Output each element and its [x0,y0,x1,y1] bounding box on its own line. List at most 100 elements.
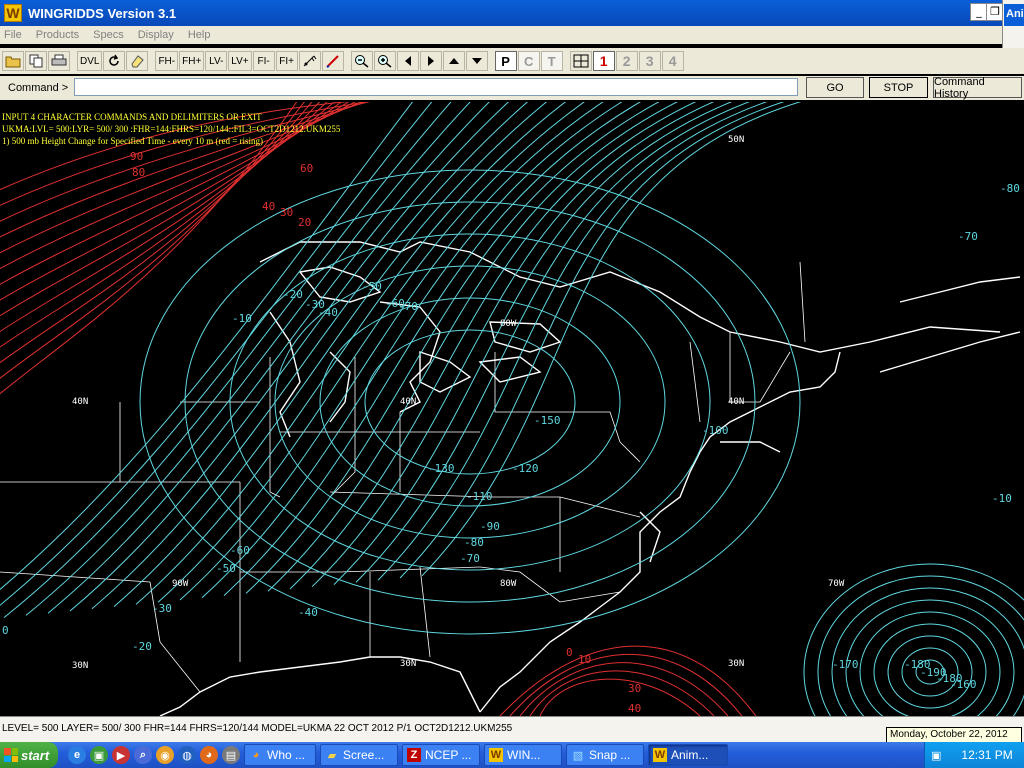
offshore-low-ring [831,587,1024,716]
menu-help[interactable]: Help [188,29,211,41]
plot-toggle-p[interactable]: P [494,51,517,71]
grid-label: 80W [500,579,517,589]
quicklaunch-ie-icon[interactable]: e [68,746,86,764]
pan-left-icon[interactable] [396,51,419,71]
windows-logo-icon [4,748,18,762]
contour-line [245,102,660,594]
grid-icon[interactable] [569,51,592,71]
task-button-folder[interactable]: ▰ Scree... [320,744,398,766]
background-window-title[interactable]: Ani [1004,4,1024,26]
filezilla-icon: Z [407,748,421,762]
quicklaunch-chrome-icon[interactable]: ◉ [156,746,174,764]
weather-map[interactable]: 90 80 60 40 30 20 -10 -20 -30 -40 -50 -60 -70 -150 -13… [0,102,1024,716]
toolbar: DVL FH- FH+ LV- LV+ FI- FI+ P C T 1 2 3 … [0,48,1024,74]
grid-label: 80W [500,319,517,329]
contour-label: -170 [832,658,859,671]
clock[interactable]: 12:31 PM [961,748,1012,762]
task-button-firefox[interactable]: ◕ Who ... [244,744,316,766]
contour-label: 40 [628,702,641,715]
task-button-snap[interactable]: ▧ Snap ... [566,744,644,766]
snap-icon: ▧ [572,749,584,762]
eraser-icon[interactable] [126,51,149,71]
pan-down-icon[interactable] [465,51,488,71]
copy-icon[interactable] [25,51,47,71]
contour-label: -90 [480,520,500,533]
print-icon[interactable] [48,51,70,71]
contour-label: 30 [280,206,293,219]
contour-label: -150 [534,414,561,427]
contour-label: -80 [464,536,484,549]
forecast-hour-forward-button[interactable]: FH+ [179,51,205,71]
plot-toggle-c[interactable]: C [517,51,540,71]
quicklaunch-magnifier-icon[interactable]: ⌕ [134,746,152,764]
start-button[interactable]: start [0,742,58,768]
grid-label: 40N [72,397,88,407]
menu-specs[interactable]: Specs [93,29,124,41]
panel-3-button[interactable]: 3 [638,51,661,71]
quicklaunch-media-icon[interactable]: ▶ [112,746,130,764]
menu-file[interactable]: File [4,29,22,41]
pan-right-icon[interactable] [419,51,442,71]
go-button[interactable]: GO [806,77,864,98]
task-button-filezilla[interactable]: Z NCEP ... [402,744,480,766]
forecast-hour-back-button[interactable]: FH- [155,51,179,71]
map-canvas[interactable]: 90 80 60 40 30 20 -10 -20 -30 -40 -50 -60 -70 -150 -13… [0,102,1024,716]
contour-line [311,102,715,588]
file-forward-button[interactable]: FI+ [275,51,298,71]
date-tooltip: Monday, October 22, 2012 [886,727,1022,743]
pan-up-icon[interactable] [442,51,465,71]
contour-labels: 90 80 60 40 30 20 -10 -20 -30 -40 -50 -60 -70 -150 -13… [2,150,1020,715]
quicklaunch-app-icon[interactable]: ▤ [222,746,240,764]
contour-label: 0 [2,624,9,637]
wingridds-icon: W [653,748,667,762]
contour-line [91,102,529,610]
command-input[interactable] [74,78,798,96]
zoom-in-icon[interactable] [373,51,396,71]
dvl-button[interactable]: DVL [77,51,103,71]
tray-network-icon[interactable]: ▣ [931,749,941,762]
wind-barb-icon[interactable] [298,51,321,71]
contour-label: -70 [958,230,978,243]
plot-toggle-t[interactable]: T [540,51,563,71]
task-button-anim[interactable]: W Anim... [648,744,728,766]
contour-line [25,102,471,616]
grid-label: 30N [72,661,88,671]
wingridds-icon: W [489,748,503,762]
grid-label: 50N [728,135,744,145]
level-down-button[interactable]: LV- [205,51,228,71]
contour-line [421,102,802,577]
menu-products[interactable]: Products [36,29,79,41]
contour-label: 40 [262,200,275,213]
panel-4-button[interactable]: 4 [661,51,684,71]
rising-height-contours [0,102,757,716]
contour-label: 80 [132,166,145,179]
quicklaunch-firefox-icon[interactable]: ◕ [200,746,218,764]
window-title: WINGRIDDS Version 3.1 [28,5,177,21]
grid-label: 30N [728,659,744,669]
level-up-button[interactable]: LV+ [228,51,252,71]
panel-1-button[interactable]: 1 [592,51,615,71]
menu-display[interactable]: Display [138,29,174,41]
quicklaunch-globe-icon[interactable]: ◍ [178,746,196,764]
contour-label: -50 [216,562,236,575]
contour-line [157,102,586,603]
quicklaunch-desktop-icon[interactable]: ▣ [90,746,108,764]
contour-label: -70 [398,300,418,313]
grid-label: 40N [400,397,416,407]
zoom-out-icon[interactable] [350,51,373,71]
contour-label: -160 [950,678,977,691]
coastline [159,241,1021,716]
command-history-button[interactable]: Command History [933,76,1022,100]
panel-2-button[interactable]: 2 [615,51,638,71]
pen-icon[interactable] [321,51,344,71]
contour-label: -20 [283,288,303,301]
file-back-button[interactable]: FI- [252,51,275,71]
open-folder-icon[interactable] [2,51,24,71]
contour-line [333,102,733,585]
taskbar: start e ▣ ▶ ⌕ ◉ ◍ ◕ ▤ ◕ Who ... ▰ Scree.… [0,742,1024,768]
grid-label: 30N [400,659,416,669]
command-label: Command > [8,82,69,94]
refresh-icon[interactable] [103,51,126,71]
stop-button[interactable]: STOP [869,77,928,98]
task-button-wingridds[interactable]: W WIN... [484,744,562,766]
